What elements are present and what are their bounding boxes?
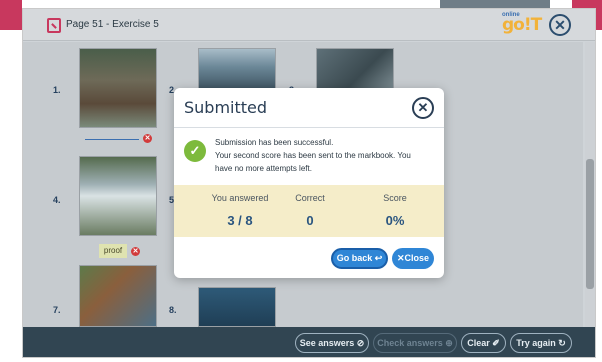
action-footer: See answers ⊘ Check answers ⊕ Clear ✐ Tr… — [23, 327, 595, 357]
answered-value: 3 / 8 — [227, 213, 253, 228]
cabin-photo — [79, 48, 157, 128]
dialog-divider — [174, 127, 444, 128]
sports-equipment-photo — [79, 265, 157, 327]
correct-label: Correct — [295, 193, 325, 203]
scrollbar-thumb[interactable] — [586, 159, 594, 289]
score-value: 0% — [385, 213, 405, 228]
submitted-dialog: Submitted ✕ ✓ Submission has been succes… — [174, 88, 444, 278]
clear-button[interactable]: Clear ✐ — [461, 333, 506, 353]
logo-text: go!T — [502, 15, 542, 35]
dialog-message-line: have no more attempts left. — [215, 164, 312, 173]
wrong-answer-icon: ✕ — [131, 247, 140, 256]
score-label: Score — [383, 193, 407, 203]
background-strip-left — [0, 0, 22, 30]
window-close-icon[interactable]: ✕ — [549, 14, 571, 36]
item-number: 4. — [53, 195, 61, 205]
lake-photo — [198, 48, 276, 90]
waterfall-photo — [79, 156, 157, 236]
brand-logo: online go!T — [498, 12, 546, 38]
dialog-message-line: Your second score has been sent to the m… — [215, 151, 411, 160]
cave-photo — [316, 48, 394, 90]
go-back-button[interactable]: Go back ↩ — [331, 248, 388, 269]
diver-photo — [198, 287, 276, 327]
answer-input-1[interactable] — [85, 139, 139, 140]
dialog-close-icon[interactable]: ✕ — [412, 97, 434, 119]
page-icon — [47, 18, 61, 33]
item-number: 8. — [169, 305, 177, 315]
success-check-icon: ✓ — [184, 140, 206, 162]
see-answers-button[interactable]: See answers ⊘ — [295, 333, 369, 353]
item-number: 1. — [53, 85, 61, 95]
score-panel: You answered Correct Score 3 / 8 0 0% — [174, 185, 444, 237]
close-button[interactable]: ✕Close — [392, 248, 434, 269]
try-again-button[interactable]: Try again ↻ — [510, 333, 572, 353]
check-answers-button[interactable]: Check answers ⊕ — [373, 333, 457, 353]
correct-value: 0 — [306, 213, 314, 228]
answer-tag-4[interactable]: proof — [99, 244, 127, 258]
dialog-message-line: Submission has been successful. — [215, 138, 334, 147]
answered-label: You answered — [211, 193, 269, 203]
dialog-title: Submitted — [184, 98, 268, 117]
window-header: Page 51 - Exercise 5 online go!T ✕ — [23, 9, 595, 41]
item-number: 7. — [53, 305, 61, 315]
wrong-answer-icon: ✕ — [143, 134, 152, 143]
page-title: Page 51 - Exercise 5 — [66, 19, 159, 30]
